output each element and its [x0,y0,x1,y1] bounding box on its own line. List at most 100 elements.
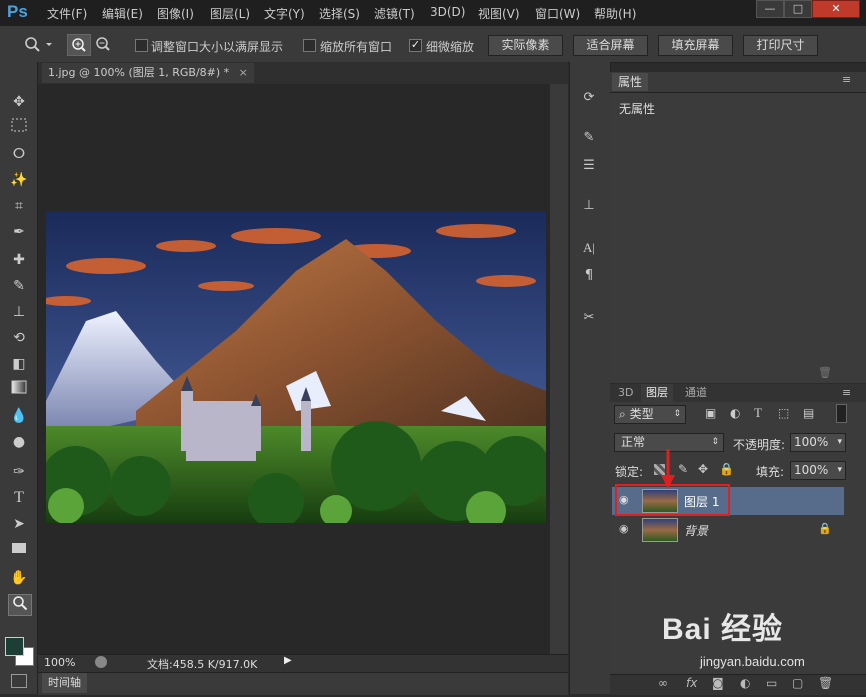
menu-edit[interactable]: 编辑(E) [102,5,143,22]
new-adjustment-icon[interactable]: ◐ [740,676,750,690]
zoom-out-icon[interactable] [92,34,114,54]
baidu-watermark: Bai 经验 [662,613,784,646]
resize-windows-checkbox[interactable] [135,39,148,52]
tool-presets-icon[interactable]: ✂ [578,308,600,328]
filter-shape-icon[interactable]: ⬚ [778,406,789,420]
zoom-tool-icon[interactable] [8,594,32,616]
menu-layer[interactable]: 图层(L) [210,5,250,22]
new-group-icon[interactable]: ▭ [766,676,777,690]
timeline-tab[interactable]: 时间轴 [42,673,87,693]
foreground-color-swatch-top[interactable] [5,637,24,656]
path-selection-tool-icon[interactable]: ➤ [8,514,30,534]
brush-presets-icon[interactable]: ✎ [578,128,600,148]
gradient-tool-icon[interactable] [8,380,30,400]
status-menu-arrow-icon[interactable]: ▶ [284,655,292,666]
document-tab[interactable]: 1.jpg @ 100% (图层 1, RGB/8#) * × [42,63,254,83]
filter-pixel-icon[interactable]: ▣ [705,406,716,420]
menu-type[interactable]: 文字(Y) [264,5,305,22]
history-brush-tool-icon[interactable]: ⟲ [8,328,30,348]
lasso-tool-icon[interactable]: ⵔ [8,144,30,164]
zoom-tool-preset-icon[interactable] [22,34,52,54]
menu-3d[interactable]: 3D(D) [430,5,465,19]
filter-kind-dropdown[interactable]: ⌕ 类型 ⇕ [614,405,686,424]
tab-layers[interactable]: 图层 [641,384,673,402]
menu-select[interactable]: 选择(S) [319,5,360,22]
close-tab-icon[interactable]: × [239,66,248,79]
move-tool-icon[interactable]: ✥ [8,92,30,112]
link-layers-icon[interactable]: ∞ [658,676,668,690]
marquee-tool-icon[interactable] [8,118,30,138]
canvas-image[interactable] [46,211,546,523]
clone-stamp-tool-icon[interactable]: ⊥ [8,302,30,322]
add-mask-icon[interactable]: ◙ [712,676,724,690]
actual-pixels-button[interactable]: 实际像素 [488,35,563,56]
layer-lock-icon: 🔒 [818,522,832,535]
scrubby-zoom-checkbox[interactable]: ✓ [409,39,422,52]
print-size-button[interactable]: 打印尺寸 [743,35,818,56]
fx-icon[interactable]: fx [686,676,697,690]
healing-brush-tool-icon[interactable]: ✚ [8,250,30,270]
crop-tool-icon[interactable]: ⌗ [8,196,30,216]
filter-adjustment-icon[interactable]: ◐ [730,406,740,420]
filter-type-icon[interactable]: T [754,405,762,421]
layer-visibility-eye-icon[interactable]: ◉ [619,522,629,535]
clone-source-panel-icon[interactable]: ⊥ [578,196,600,216]
delete-layer-icon[interactable]: 🗑 [818,676,833,690]
filter-smart-object-icon[interactable]: ▤ [803,406,814,420]
lock-all-icon[interactable]: 🔒 [719,462,734,476]
brush-tool-icon[interactable]: ✎ [8,276,30,296]
properties-menu-icon[interactable]: ≡ [842,73,851,86]
opacity-label: 不透明度: [733,438,786,452]
properties-tab[interactable]: 属性 [612,73,649,91]
doc-status-icon[interactable] [95,656,107,668]
restore-button[interactable]: □ [784,0,812,18]
eraser-tool-icon[interactable]: ◧ [8,354,30,374]
adjustments-panel-icon[interactable]: ☰ [578,156,600,176]
history-panel-icon[interactable]: ⟳ [578,88,600,108]
zoom-all-windows-checkbox[interactable] [303,39,316,52]
properties-panel-body [610,92,866,383]
timeline-bar [38,672,568,695]
filter-kind-chevron-icon: ⇕ [673,409,681,419]
type-tool-icon[interactable]: T [8,488,30,508]
filter-search-icon: ⌕ [619,407,626,421]
zoom-level[interactable]: 100% [44,656,75,669]
eyedropper-tool-icon[interactable]: ✒ [8,222,30,242]
fill-screen-button[interactable]: 填充屏幕 [658,35,733,56]
zoom-in-icon[interactable] [67,34,91,56]
opacity-field[interactable]: 100% ▾ [790,433,846,452]
pen-tool-icon[interactable]: ✑ [8,462,30,482]
new-layer-icon[interactable]: ▢ [792,676,803,690]
menu-window[interactable]: 窗口(W) [535,5,580,22]
blur-tool-icon[interactable]: 💧 [8,406,30,426]
red-arrow-annotation [661,449,675,489]
dodge-tool-icon[interactable]: ● [8,432,30,452]
tab-3d[interactable]: 3D [613,384,638,402]
fit-screen-button[interactable]: 适合屏幕 [573,35,648,56]
layers-menu-icon[interactable]: ≡ [842,386,851,399]
properties-trash-icon[interactable]: 🗑 [818,366,832,379]
layer-row-background[interactable]: ◉ 背景 🔒 [612,516,844,544]
close-button[interactable]: ✕ [812,0,860,18]
minimize-button[interactable]: — [756,0,784,18]
menu-file[interactable]: 文件(F) [47,5,87,22]
menu-view[interactable]: 视图(V) [478,5,520,22]
vertical-scrollbar[interactable] [550,84,568,654]
filter-toggle-switch[interactable] [836,404,847,423]
lock-pixels-icon[interactable]: ✎ [678,462,688,476]
character-panel-icon[interactable]: A| [578,238,600,258]
quick-mask-icon[interactable] [11,674,27,688]
hand-tool-icon[interactable]: ✋ [8,568,30,588]
layer-thumbnail [642,518,678,542]
paragraph-panel-icon[interactable]: ¶ [578,266,600,286]
menu-help[interactable]: 帮助(H) [594,5,636,22]
fill-field[interactable]: 100% ▾ [790,461,846,480]
menu-image[interactable]: 图像(I) [157,5,194,22]
properties-panel-header [610,72,866,92]
magic-wand-tool-icon[interactable]: ✨ [8,170,30,190]
rectangle-tool-icon[interactable] [8,540,30,560]
lock-position-icon[interactable]: ✥ [698,462,708,476]
layer-name[interactable]: 背景 [684,522,708,539]
tab-channels[interactable]: 通道 [680,384,712,402]
menu-filter[interactable]: 滤镜(T) [374,5,415,22]
